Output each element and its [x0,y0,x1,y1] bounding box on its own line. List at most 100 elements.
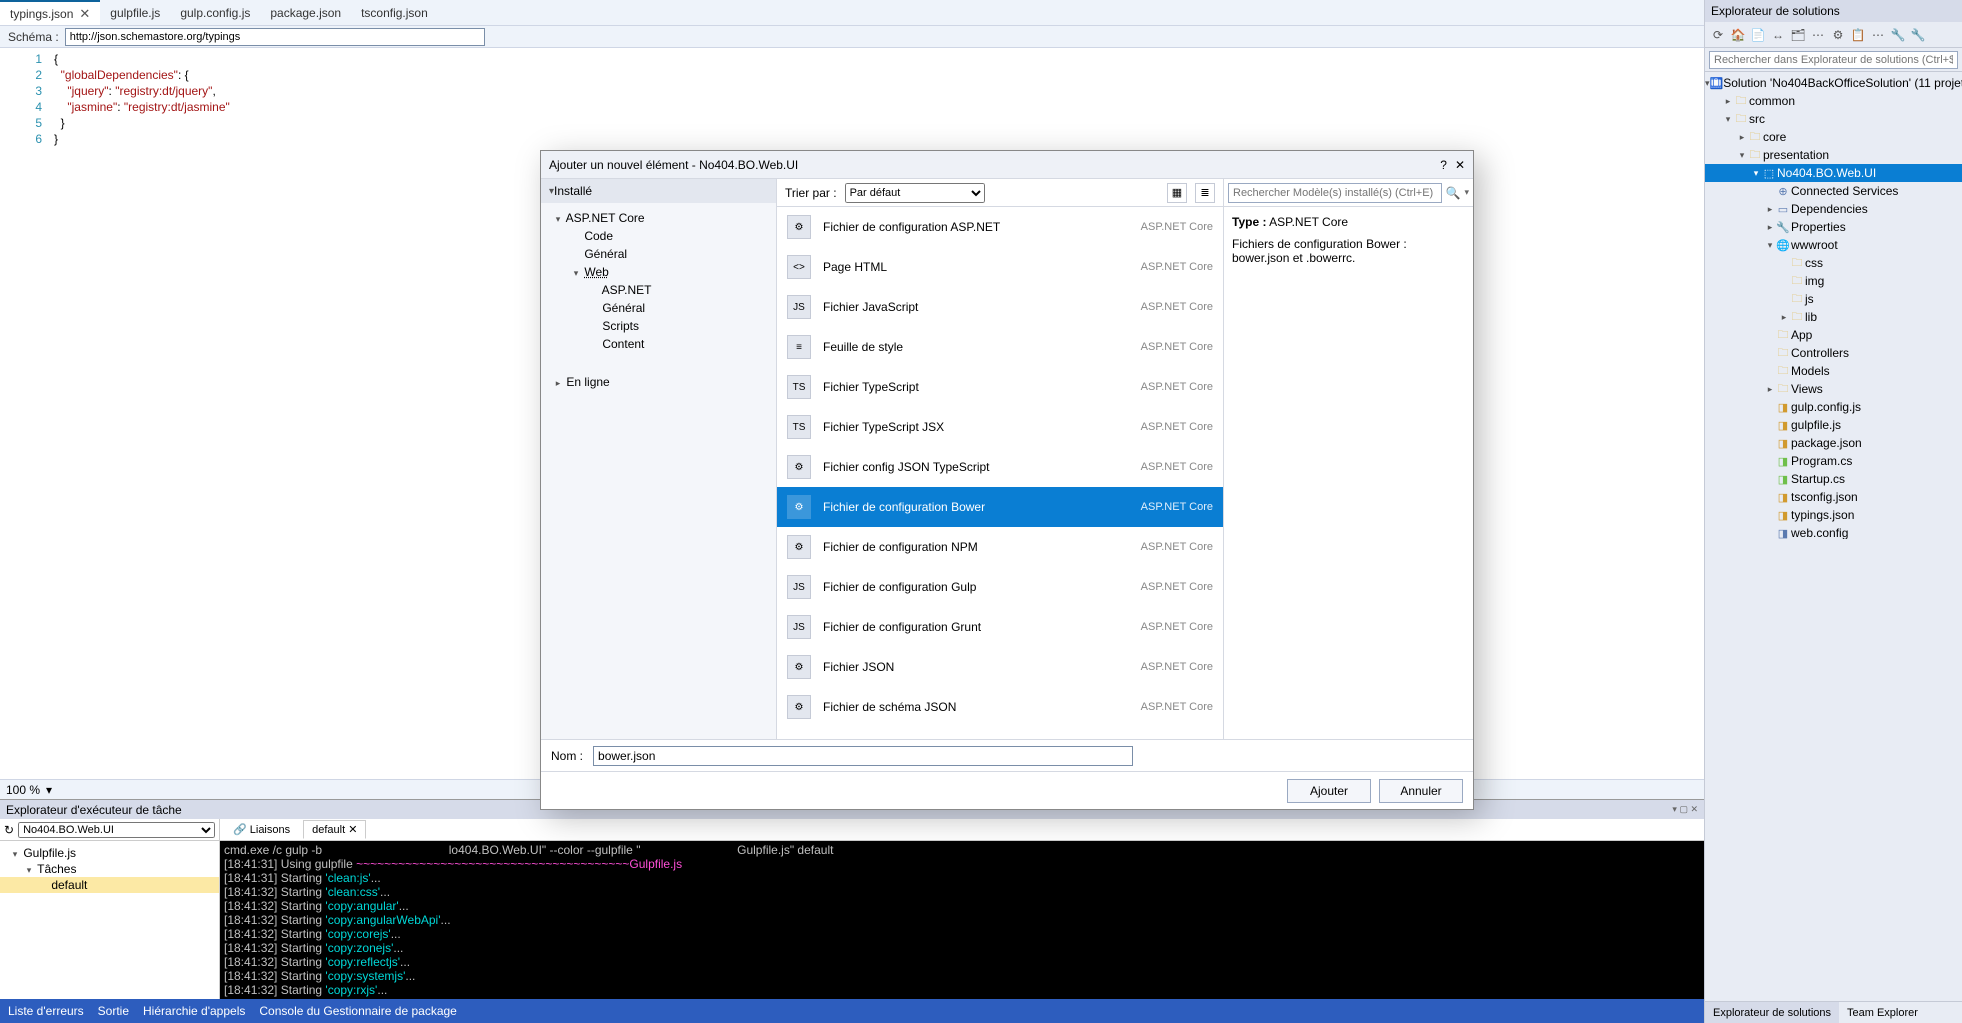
task-tab[interactable]: default ✕ [303,820,366,839]
dialog-category-node[interactable]: Général [549,245,768,263]
toolbar-icon[interactable]: 📋 [1849,26,1867,44]
template-row[interactable]: ⚙Fichier config JSON TypeScriptASP.NET C… [777,447,1223,487]
status-tab[interactable]: Hiérarchie d'appels [143,1004,245,1018]
template-row[interactable]: ≡Feuille de styleASP.NET Core [777,327,1223,367]
toolbar-icon[interactable]: ⚙ [1829,26,1847,44]
solution-tree-node[interactable]: ◨web.config [1705,524,1962,539]
file-tab[interactable]: package.json [260,0,351,25]
refresh-icon[interactable]: ↻ [4,823,14,837]
solution-tree-node[interactable]: 🗀css [1705,254,1962,272]
toolbar-icon[interactable]: ⋯ [1869,26,1887,44]
solution-tree-node[interactable]: ▸▭Dependencies [1705,200,1962,218]
template-category: ASP.NET Core [1141,661,1213,673]
dialog-category-node[interactable]: Code [549,227,768,245]
solution-tree-node[interactable]: ▾⬚No404.BO.Web.UI [1705,164,1962,182]
editor-code[interactable]: { "globalDependencies": { "jquery": "reg… [50,48,230,779]
solution-tree-node[interactable]: 🗀Controllers [1705,344,1962,362]
cancel-button[interactable]: Annuler [1379,779,1463,803]
solution-explorer-search-input[interactable] [1709,51,1958,69]
task-tree-node[interactable]: default [0,877,219,893]
toolbar-icon[interactable]: 🏠 [1729,26,1747,44]
schema-input[interactable] [65,28,485,46]
solution-tree-node[interactable]: ◨tsconfig.json [1705,488,1962,506]
dialog-search-input[interactable] [1228,183,1442,203]
dialog-category-node[interactable]: Scripts [549,317,768,335]
template-row[interactable]: <>Page HTMLASP.NET Core [777,247,1223,287]
toolbar-icon[interactable]: ⋯ [1809,26,1827,44]
task-tab[interactable]: 🔗 Liaisons [224,820,299,839]
status-tab[interactable]: Liste d'erreurs [8,1004,84,1018]
solution-tree-node[interactable]: ◨Program.cs [1705,452,1962,470]
status-tab[interactable]: Console du Gestionnaire de package [259,1004,456,1018]
file-tab[interactable]: gulpfile.js [100,0,170,25]
solution-explorer-tree[interactable]: ▾🛄Solution 'No404BackOfficeSolution' (11… [1705,72,1962,539]
template-row[interactable]: JSFichier JavaScriptASP.NET Core [777,287,1223,327]
template-row[interactable]: TSFichier TypeScriptASP.NET Core [777,367,1223,407]
task-tree-node[interactable]: ▾ Gulpfile.js [0,845,219,861]
solution-tree-node[interactable]: 🗀Models [1705,362,1962,380]
dialog-name-input[interactable] [593,746,1133,766]
task-runner-project-select[interactable]: No404.BO.Web.UI [18,822,215,838]
toolbar-icon[interactable]: 🗂 [1789,26,1807,44]
template-row[interactable]: ⚙Fichier de configuration BowerASP.NET C… [777,487,1223,527]
solution-tree-node[interactable]: ▾🗀presentation [1705,146,1962,164]
template-row[interactable]: TSFichier TypeScript JSXASP.NET Core [777,407,1223,447]
dialog-category-node[interactable]: ▾ ASP.NET Core [549,209,768,227]
solution-tree-node[interactable]: ▸🗀Views [1705,380,1962,398]
solution-tree-node[interactable]: ◨typings.json [1705,506,1962,524]
solution-tree-node[interactable]: ◨gulp.config.js [1705,398,1962,416]
solution-tree-node[interactable]: ▸🗀common [1705,92,1962,110]
template-row[interactable]: JSFichier de configuration GulpASP.NET C… [777,567,1223,607]
toolbar-icon[interactable]: ↔ [1769,26,1787,44]
solution-tree-node[interactable]: ◨Startup.cs [1705,470,1962,488]
solution-tree-node[interactable]: ▾🛄Solution 'No404BackOfficeSolution' (11… [1705,74,1962,92]
solution-tree-node[interactable]: ◨package.json [1705,434,1962,452]
dialog-template-list[interactable]: ⚙Fichier de configuration ASP.NETASP.NET… [777,207,1223,739]
solution-tree-node[interactable]: ◨gulpfile.js [1705,416,1962,434]
status-tab[interactable]: Sortie [98,1004,129,1018]
solution-tree-node[interactable]: ▾🌐wwwroot [1705,236,1962,254]
file-tab[interactable]: gulp.config.js [170,0,260,25]
panel-tab[interactable]: Explorateur de solutions [1705,1002,1839,1023]
close-icon[interactable]: ✕ [1455,158,1465,172]
file-tab[interactable]: tsconfig.json [351,0,438,25]
template-row[interactable]: ⚙Fichier JSONASP.NET Core [777,647,1223,687]
dialog-category-node[interactable]: ASP.NET [549,281,768,299]
search-dropdown-icon[interactable]: ▾ [1464,187,1469,198]
task-tree-node[interactable]: ▾ Tâches [0,861,219,877]
template-row[interactable]: ⚙Fichier de configuration NPMASP.NET Cor… [777,527,1223,567]
toolbar-icon[interactable]: ⟳ [1709,26,1727,44]
help-icon[interactable]: ? [1440,158,1447,172]
view-list-icon[interactable]: ≣ [1195,183,1215,203]
template-row[interactable]: ⚙Fichier de schéma JSONASP.NET Core [777,687,1223,727]
dialog-category-node[interactable]: ▾ Web [549,263,768,281]
search-icon[interactable]: 🔍 [1442,186,1465,200]
zoom-level[interactable]: 100 % [6,783,40,797]
toolbar-icon[interactable]: 🔧 [1889,26,1907,44]
dialog-category-node[interactable]: ▸ En ligne [549,373,768,391]
solution-tree-node[interactable]: 🗀img [1705,272,1962,290]
add-button[interactable]: Ajouter [1287,779,1371,803]
toolbar-icon[interactable]: 📄 [1749,26,1767,44]
solution-tree-node[interactable]: 🗀App [1705,326,1962,344]
solution-tree-node[interactable]: 🗀js [1705,290,1962,308]
panel-tab[interactable]: Team Explorer [1839,1002,1926,1023]
template-row[interactable]: ⚙Fichier de configuration ASP.NETASP.NET… [777,207,1223,247]
solution-tree-node[interactable]: ⊕Connected Services [1705,182,1962,200]
file-tab[interactable]: typings.json✕ [0,0,100,25]
view-large-icon[interactable]: ▦ [1167,183,1187,203]
solution-tree-node[interactable]: ▸🗀lib [1705,308,1962,326]
template-row[interactable]: JSFichier de configuration GruntASP.NET … [777,607,1223,647]
solution-tree-node[interactable]: ▸🗀core [1705,128,1962,146]
dialog-category-node[interactable]: Général [549,299,768,317]
close-tab-icon[interactable]: ✕ [79,6,90,22]
solution-tree-node[interactable]: ▸🔧Properties [1705,218,1962,236]
task-runner-console[interactable]: cmd.exe /c gulp -b lo404.BO.Web.UI" --co… [220,841,1704,999]
dialog-category-node[interactable]: Content [549,335,768,353]
sort-select[interactable]: Par défaut [845,183,985,203]
dialog-installed-header[interactable]: Installé [554,184,592,198]
zoom-dropdown-icon[interactable]: ▾ [46,783,52,797]
panel-window-controls[interactable]: ▾ ▢ ✕ [1672,804,1698,815]
solution-tree-node[interactable]: ▾🗀src [1705,110,1962,128]
toolbar-icon[interactable]: 🔧 [1909,26,1927,44]
